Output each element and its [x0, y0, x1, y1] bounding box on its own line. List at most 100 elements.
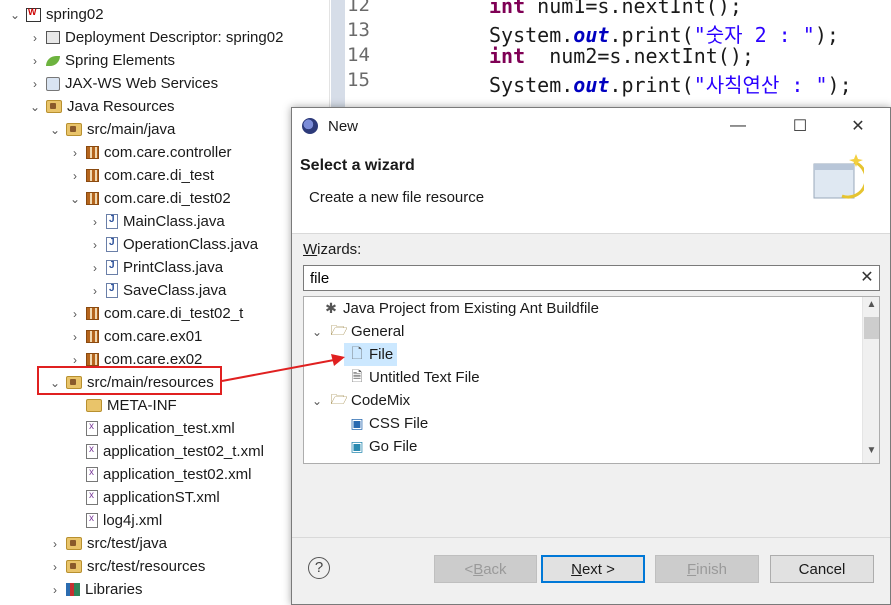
explorer-item[interactable]: applicationST.xml [68, 486, 220, 509]
explorer-item[interactable]: ⌄ src/main/java [48, 118, 175, 141]
line-number: 15 [347, 69, 370, 91]
chevron-right-icon[interactable]: › [68, 169, 82, 183]
source-folder-icon [66, 123, 82, 136]
chevron-down-icon[interactable]: ⌄ [48, 123, 62, 137]
chevron-right-icon[interactable]: › [28, 31, 42, 45]
explorer-item[interactable]: › SaveClass.java [88, 279, 226, 302]
explorer-item[interactable]: › com.care.di_test02_t [68, 302, 243, 325]
explorer-item-label: Spring Elements [65, 52, 176, 69]
explorer-item[interactable]: › com.care.di_test [68, 164, 214, 187]
explorer-item[interactable]: › OperationClass.java [88, 233, 258, 256]
chevron-right-icon[interactable]: › [88, 284, 102, 298]
explorer-item[interactable]: ⌄ Java Resources [28, 95, 175, 118]
explorer-item[interactable]: application_test02.xml [68, 463, 251, 486]
wizard-item[interactable]: 🗎 Untitled Text File [344, 366, 479, 389]
wizard-item[interactable]: ✱ Java Project from Existing Ant Buildfil… [318, 297, 599, 320]
java-resources-icon [46, 100, 62, 113]
close-button[interactable]: ✕ [832, 108, 884, 144]
scroll-down-icon[interactable]: ▼ [863, 445, 879, 461]
explorer-item-label: application_test.xml [103, 420, 235, 437]
explorer-item[interactable]: › Libraries [48, 578, 143, 601]
explorer-item[interactable]: › MainClass.java [88, 210, 225, 233]
chevron-down-icon[interactable]: ⌄ [8, 8, 22, 22]
help-button[interactable]: ? [308, 557, 330, 579]
chevron-right-icon[interactable]: › [68, 330, 82, 344]
back-button[interactable]: < Back [434, 555, 537, 583]
explorer-item-label: src/test/resources [87, 558, 206, 575]
code-text: System.out.print("사칙연산 : "); [489, 69, 852, 98]
dialog-titlebar[interactable]: New — ☐ ✕ [292, 108, 890, 144]
explorer-item[interactable]: › src/test/resources [48, 555, 205, 578]
package-icon [86, 307, 99, 320]
scroll-up-icon[interactable]: ▲ [863, 299, 879, 315]
wizard-filter-input[interactable] [303, 265, 880, 291]
line-number: 13 [347, 19, 370, 41]
finish-button[interactable]: Finish [655, 555, 759, 583]
explorer-item-label: src/main/java [87, 121, 176, 138]
explorer-item[interactable]: › Spring Elements [28, 49, 175, 72]
wizard-item[interactable]: ⌄ 🗁 General [308, 320, 404, 343]
java-file-icon [106, 214, 118, 229]
next-button[interactable]: Next > [541, 555, 645, 583]
wizard-item-label: General [351, 323, 405, 340]
xml-file-icon [86, 490, 98, 505]
chevron-right-icon[interactable]: › [48, 537, 62, 551]
folder-icon: 🗁 [330, 322, 348, 339]
chevron-right-icon[interactable]: › [88, 261, 102, 275]
wizard-tree[interactable]: ✱ Java Project from Existing Ant Buildfil… [303, 296, 880, 464]
wizard-item-label: CodeMix [351, 392, 411, 409]
wizard-tree-scrollbar[interactable]: ▲ ▼ [862, 297, 879, 463]
wizard-item-label: CSS File [369, 415, 429, 432]
chevron-down-icon[interactable]: ⌄ [308, 394, 326, 408]
explorer-item[interactable]: log4j.xml [68, 509, 162, 532]
xml-file-icon [86, 467, 98, 482]
wizard-item[interactable]: ⌄ 🗁 CodeMix [308, 389, 410, 412]
explorer-item[interactable]: › com.care.ex01 [68, 325, 202, 348]
source-folder-icon [66, 560, 82, 573]
folder-icon [86, 399, 102, 412]
chevron-right-icon[interactable]: › [48, 560, 62, 574]
code-token: System. [489, 73, 574, 97]
chevron-right-icon[interactable]: › [68, 353, 82, 367]
clear-filter-icon[interactable]: ✕ [857, 268, 877, 288]
explorer-item-label: application_test02_t.xml [103, 443, 264, 460]
wizard-item[interactable]: ▣ CSS File [344, 412, 428, 435]
wizard-item-label: Java Project from Existing Ant Buildfile [343, 300, 599, 317]
code-text: int num1=s.nextInt(); [489, 0, 742, 18]
maximize-button[interactable]: ☐ [774, 108, 826, 144]
explorer-item-label: META-INF [107, 397, 177, 414]
chevron-right-icon[interactable]: › [68, 307, 82, 321]
explorer-item[interactable]: application_test.xml [68, 417, 235, 440]
code-token: ); [814, 23, 839, 47]
wizard-item[interactable]: 🗋 File [344, 343, 398, 366]
explorer-item-label: PrintClass.java [123, 259, 224, 276]
explorer-item[interactable]: › JAX-WS Web Services [28, 72, 218, 95]
chevron-right-icon[interactable]: › [88, 238, 102, 252]
explorer-item[interactable]: ⌄ com.care.di_test02 [68, 187, 231, 210]
chevron-right-icon[interactable]: › [88, 215, 102, 229]
code-token: out [573, 73, 610, 97]
chevron-down-icon[interactable]: ⌄ [28, 100, 42, 114]
dialog-header: Select a wizard Create a new file resour… [292, 144, 890, 234]
explorer-item[interactable]: › PrintClass.java [88, 256, 223, 279]
source-folder-icon [66, 537, 82, 550]
code-token: num1=s.nextInt(); [537, 0, 742, 18]
explorer-item-label: com.care.di_test02_t [104, 305, 244, 322]
chevron-right-icon[interactable]: › [28, 54, 42, 68]
explorer-item[interactable]: › com.care.controller [68, 141, 232, 164]
chevron-right-icon[interactable]: › [28, 77, 42, 91]
explorer-item[interactable]: ⌄ spring02 [8, 3, 104, 26]
explorer-item[interactable]: META-INF [68, 394, 177, 417]
explorer-item[interactable]: application_test02_t.xml [68, 440, 264, 463]
chevron-right-icon[interactable]: › [48, 583, 62, 597]
chevron-right-icon[interactable]: › [68, 146, 82, 160]
spring-leaf-icon [46, 55, 60, 66]
cancel-button[interactable]: Cancel [770, 555, 874, 583]
minimize-button[interactable]: — [712, 108, 764, 144]
chevron-down-icon[interactable]: ⌄ [308, 325, 326, 339]
explorer-item[interactable]: › Deployment Descriptor: spring02 [28, 26, 283, 49]
scrollbar-thumb[interactable] [864, 317, 879, 339]
chevron-down-icon[interactable]: ⌄ [68, 192, 82, 206]
wizard-item[interactable]: ▣ Go File [344, 435, 417, 458]
explorer-item[interactable]: › src/test/java [48, 532, 167, 555]
